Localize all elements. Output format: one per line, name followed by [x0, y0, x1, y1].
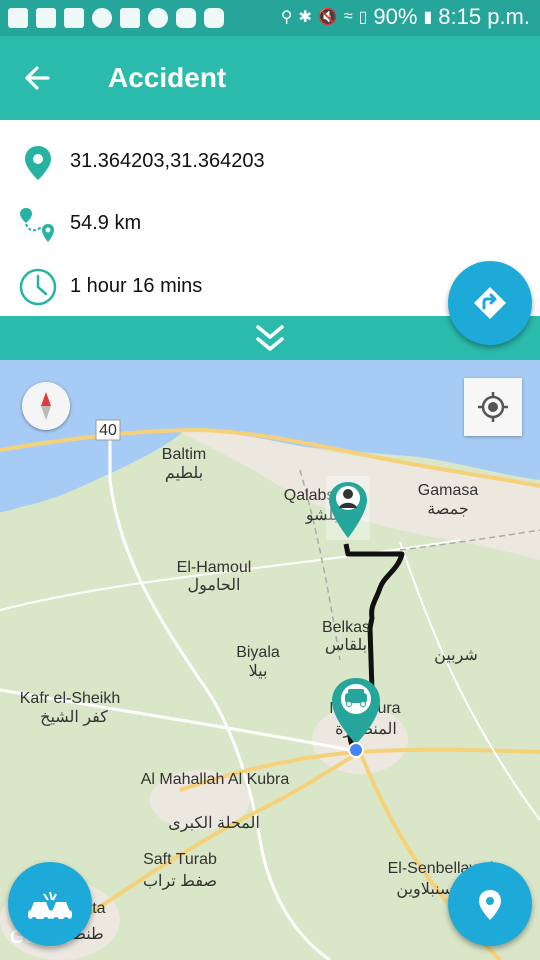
facebook-icon — [64, 8, 84, 28]
youtube-icon — [176, 8, 196, 28]
accident-button[interactable] — [8, 862, 92, 946]
battery-icon: ▮ — [423, 9, 433, 26]
directions-button[interactable] — [448, 261, 532, 345]
battery-level: 90% — [373, 4, 418, 29]
place-el-hamoul-ar: الحامول — [188, 577, 241, 594]
place-gamasa-ar: جمصة — [427, 501, 469, 518]
mute-icon: 🔇 — [317, 9, 338, 26]
double-chevron-down-icon[interactable] — [250, 322, 290, 356]
messenger-icon — [92, 8, 112, 28]
place-kafr-el-sheikh: Kafr el-Sheikh — [20, 690, 121, 707]
current-location-dot — [350, 744, 362, 756]
directions-icon — [474, 287, 506, 319]
my-location-button[interactable] — [464, 378, 522, 436]
location-status-icon: ⚲ — [280, 9, 293, 26]
page-title: Accident — [108, 62, 227, 93]
my-location-icon — [478, 392, 508, 422]
bluetooth-icon: ✱ — [298, 9, 312, 26]
distance-row: 54.9 km — [0, 194, 540, 254]
place-baltim: Baltim — [162, 446, 206, 463]
wifi-icon: ≈ — [343, 8, 353, 25]
facebook-icon — [36, 8, 56, 28]
distance-text: 54.9 km — [70, 212, 142, 234]
accident-location-marker[interactable] — [326, 476, 370, 540]
status-bar: ⚲ ✱ 🔇 ≈ ▯ 90% ▮ 8:15 p.m. — [0, 0, 540, 36]
route-icon — [20, 208, 54, 242]
back-arrow-icon[interactable] — [18, 58, 58, 98]
place-belkas: Belkas — [322, 619, 370, 636]
messenger-icon — [148, 8, 168, 28]
place-biyala: Biyala — [236, 644, 280, 661]
clock-icon — [19, 268, 57, 306]
place-belkas-ar: بلقاس — [325, 637, 367, 654]
coordinates-text: 31.364203,31.364203 — [70, 150, 265, 172]
location-button[interactable] — [448, 862, 532, 946]
chat-icon — [8, 8, 28, 28]
place-al-mahallah-ar: المحلة الكبرى — [168, 815, 260, 832]
car-crash-icon — [28, 891, 72, 923]
place-gamasa: Gamasa — [418, 482, 479, 499]
system-status: ⚲ ✱ 🔇 ≈ ▯ 90% ▮ 8:15 p.m. — [281, 4, 530, 30]
place-el-hamoul: El-Hamoul — [177, 559, 252, 576]
location-pin-icon — [25, 146, 51, 180]
app-bar: Accident — [0, 36, 540, 120]
compass-button[interactable] — [22, 382, 70, 430]
place-kafr-el-sheikh-ar: كفر الشيخ — [40, 709, 108, 726]
signal-icon: ▯ — [358, 9, 368, 26]
place-sherbin-ar: شربين — [434, 647, 478, 664]
place-al-mahallah: Al Mahallah Al Kubra — [141, 771, 290, 788]
place-biyala-ar: بيلا — [249, 663, 268, 680]
road-number: 40 — [99, 422, 117, 439]
place-saft-turab-ar: صفط تراب — [143, 873, 217, 890]
compass-icon — [41, 392, 51, 420]
duration-text: 1 hour 16 mins — [70, 275, 203, 297]
notification-icons — [8, 8, 224, 28]
youtube-icon — [204, 8, 224, 28]
coordinates-row: 31.364203,31.364203 — [0, 132, 540, 192]
place-baltim-ar: بلطيم — [165, 465, 203, 482]
place-saft-turab: Saft Turab — [143, 851, 217, 868]
image-icon — [120, 8, 140, 28]
location-pin-icon — [479, 890, 501, 920]
clock-time: 8:15 p.m. — [438, 4, 530, 29]
